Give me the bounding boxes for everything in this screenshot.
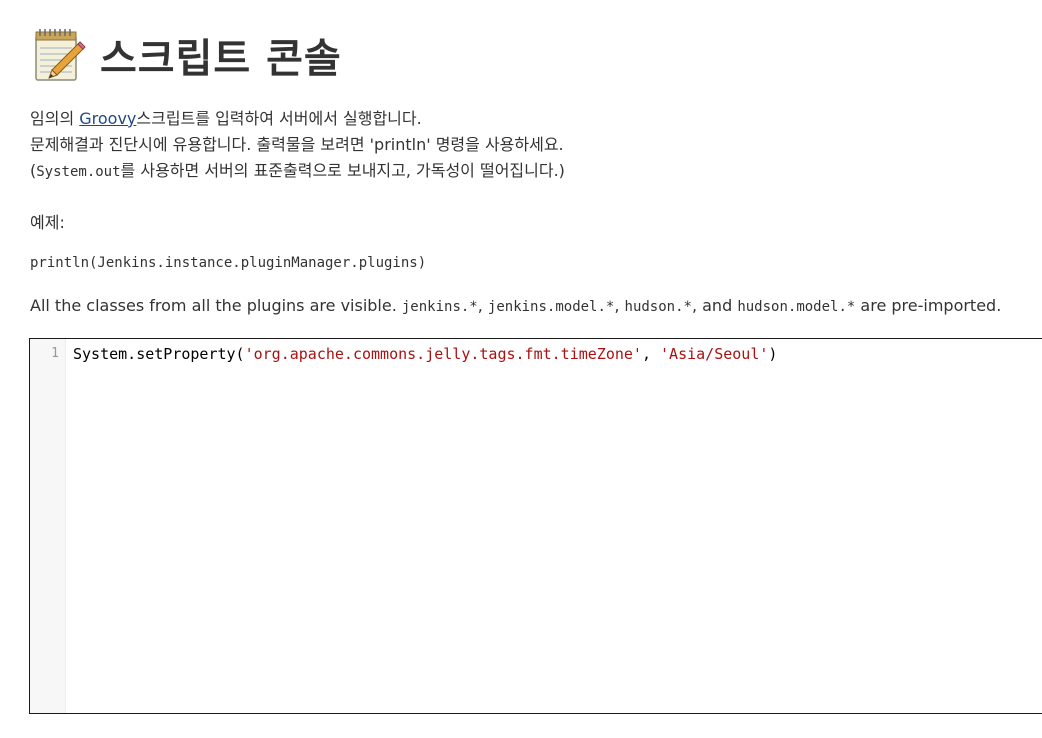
example-code: println(Jenkins.instance.pluginManager.p… [30,255,427,271]
code-token: System.setProperty( [73,345,245,363]
note-text: are pre-imported. [855,296,1002,315]
note-text: All the classes from all the plugins are… [30,296,402,315]
description: 임의의 Groovy스크립트를 입력하여 서버에서 실행합니다. 문제해결과 진… [30,106,565,185]
script-console-page: 스크립트 콘솔 임의의 Groovy스크립트를 입력하여 서버에서 실행합니다.… [0,0,1042,738]
code-string-token: 'Asia/Seoul' [660,345,769,363]
description-line-2: 문제해결과 진단시에 유용합니다. 출력물을 보려면 'println' 명령을… [30,135,564,154]
code-string-token: 'org.apache.commons.jelly.tags.fmt.timeZ… [244,345,642,363]
groovy-link[interactable]: Groovy [79,109,136,128]
system-out-code: System.out [36,164,121,180]
code-line[interactable]: System.setProperty('org.apache.commons.j… [73,345,777,363]
script-editor[interactable]: 1 System.setProperty('org.apache.commons… [29,338,1042,714]
page-header: 스크립트 콘솔 [30,26,342,84]
code-token: , [641,345,661,363]
note-text: , [477,296,488,315]
line-number-gutter: 1 [30,339,66,713]
pre-imported-note: All the classes from all the plugins are… [30,296,1001,315]
description-line-1: 임의의 Groovy스크립트를 입력하여 서버에서 실행합니다. [30,106,565,132]
line-number: 1 [51,346,59,361]
hudson-model-package-code: hudson.model.* [737,299,856,315]
jenkins-model-package-code: jenkins.model.* [487,299,615,315]
example-label: 예제: [30,213,65,232]
description-text: 를 사용하면 서버의 표준출력으로 보내지고, 가독성이 떨어집니다.) [120,161,565,180]
description-text: 스크립트를 입력하여 서버에서 실행합니다. [136,109,422,128]
code-token: ) [768,345,778,363]
notepad-icon [35,29,86,81]
description-line-3: (System.out를 사용하면 서버의 표준출력으로 보내지고, 가독성이 … [30,158,565,185]
note-text: , [614,296,625,315]
note-text: , and [691,296,738,315]
description-text: 임의의 [30,109,80,128]
hudson-package-code: hudson.* [624,299,692,315]
jenkins-package-code: jenkins.* [401,299,478,315]
page-title: 스크립트 콘솔 [100,36,342,82]
